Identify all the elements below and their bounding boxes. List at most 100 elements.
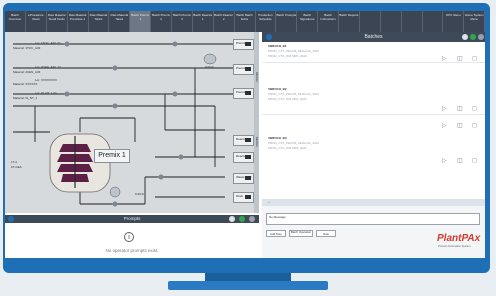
screen: Batch Overview eProcedure Views Raw Materi… [5,11,485,258]
nav-button[interactable]: Batch Premix 2 [151,11,172,32]
batches-title: Batches [364,34,383,40]
batches-header: Batches [262,32,485,42]
message-input[interactable]: No Message [266,213,480,225]
nav-button[interactable]: Batch Instructions [318,11,339,32]
play-icon[interactable]: ▷ [442,122,447,129]
premix-4-button[interactable]: Premix 3 [233,88,254,99]
lot-tag-4: Lot: W_NT_1.01 [35,91,57,95]
material-tag-1: Material: 1TOC_A33 [13,46,41,50]
stop-icon[interactable]: ◻ [472,122,477,129]
nav-button[interactable]: OPC Menu [443,11,465,32]
prompts-panel: Prompts i No operator prompts exist. [5,215,259,258]
nav-button[interactable] [360,11,381,32]
material-tag-4: Material: W_NT_1 [13,96,38,100]
stop-icon[interactable]: ◻ [472,157,477,164]
nav-button[interactable]: Batch Signatures [297,11,319,32]
top-navigation: Batch Overview eProcedure Views Raw Materi… [5,11,485,32]
stop-icon[interactable]: ◻ [472,55,477,62]
batch-operation-button[interactable]: Batch Operation [289,230,313,237]
reactor-1-button[interactable]: Reactor 1 [233,135,254,146]
lot-tag-1: Lot: 1TOC_A33_01 [35,41,61,45]
nav-button[interactable]: Batch Reactor 2 [214,11,235,32]
nav-button[interactable]: eProcedure Views [26,11,47,32]
waste-tank-button[interactable]: Waste Tank [233,173,254,184]
status-icon [239,216,245,222]
help-icon[interactable] [249,216,255,222]
note-button[interactable]: Note [316,230,336,237]
batch-procedure: PROD_CTX_WR SMS_2022 [268,146,307,150]
arrow-icon [245,67,251,71]
prompts-title: Prompts [123,216,141,221]
nav-button[interactable]: Home System Menu [464,11,485,32]
add-note-button[interactable]: Add Note [266,230,286,237]
play-icon[interactable]: ▷ [442,55,447,62]
nav-button[interactable]: Raw Material Tanks [109,11,131,32]
arrow-icon [245,155,251,159]
pause-icon[interactable]: ◫ [457,55,463,62]
brand-tagline: Process Automation System [438,245,471,248]
message-bar: → [262,199,485,206]
nav-button[interactable] [381,11,402,32]
pause-icon[interactable]: ◫ [457,157,463,164]
drain-label: Drain [236,194,244,198]
recirc-bar: RECIRC RECIRC [254,32,259,213]
nav-button[interactable]: Batch Prompts [276,11,298,32]
arrow-icon [245,176,251,180]
home-icon[interactable] [229,216,235,222]
nav-button[interactable]: Batch Reactor 1 [193,11,214,32]
recirc-label-1: RECIRC [255,72,258,82]
message-area: No Message Add Note Batch Operation Note… [262,206,485,258]
premix-weight-2: 0.00 lb [135,192,145,196]
nav-button[interactable]: Raw Material Tanks [89,11,110,32]
help-icon[interactable] [478,34,484,40]
pause-icon[interactable]: ◫ [457,105,463,112]
home-icon[interactable] [462,34,468,40]
prompts-header: Prompts [5,215,259,223]
material-tag-2: Material: 2CEN_A33 [13,70,41,74]
arrow-icon [245,42,251,46]
premix-2-button[interactable]: Premix 2 [233,39,254,50]
vessel-label[interactable]: Premix 1 [94,149,130,163]
level-tag: LT-4 [11,160,17,164]
batch-item-1[interactable]: VBROCH_B1 PROD_CTX_PECUB_MHALGS_2022 PRO… [268,44,319,59]
premix-weight-1: 0.00 lb [205,65,215,69]
drain-button[interactable]: Drain [233,192,254,203]
lot-tag-3: Lot: XXXXXXXX [35,78,57,82]
premix-3-button[interactable]: Premix 3 [233,64,254,75]
brand-logo: PlantPAx [437,233,481,244]
pause-icon[interactable]: ◫ [457,122,463,129]
separator [262,114,485,115]
nav-button[interactable]: Batch Premix 3 [172,11,193,32]
stop-icon[interactable]: ◻ [472,105,477,112]
reactor-2-button[interactable]: Reactor 2 [233,152,254,163]
recirc-label-2: RECIRC [255,137,258,147]
nav-button[interactable]: Raw Material Small Tanks [47,11,68,32]
play-icon[interactable]: ▷ [442,157,447,164]
info-circle-icon: i [124,232,134,242]
monitor: Batch Overview eProcedure Views Raw Materi… [0,0,496,276]
batch-procedure: PROD_CTX_WR SMS_2022 [268,97,307,101]
monitor-base [168,281,328,290]
nav-button[interactable] [402,11,423,32]
pid-piping [13,41,237,207]
lot-tag-2: Lot: 2CEN_A33_12 [35,65,61,69]
nav-button[interactable]: Raw Material Premixes 1 [68,11,89,32]
batch-item-3[interactable]: VBROCH_B3 PROD_CTX_PECUB_MHALGS_2022 PRO… [268,136,319,151]
separator [262,62,485,63]
batch-item-2[interactable]: VBROCH_B2 PROD_CTX_PECUB_MHALGS_2022 PRO… [268,87,319,102]
nav-button[interactable]: Batch Batch Extra [235,11,256,32]
nav-button[interactable]: Batch Premix 1 [130,11,152,32]
nav-button[interactable]: Batch Reports [339,11,360,32]
monitor-stand [205,273,291,281]
arrow-right-icon[interactable]: → [266,199,271,205]
no-prompts-message: No operator prompts exist. [105,248,159,253]
arrow-icon [245,91,251,95]
arrow-icon [245,195,251,199]
pid-graphic: Material: 1TOC_A33 Lot: 1TOC_A33_01 Mate… [5,32,259,213]
monitor-chin [5,258,485,270]
flow-tag: FT-CEA [11,165,22,169]
play-icon[interactable]: ▷ [442,105,447,112]
nav-button[interactable]: Production Schedule [256,11,277,32]
nav-button[interactable]: Batch Overview [5,11,26,32]
nav-button[interactable] [423,11,444,32]
